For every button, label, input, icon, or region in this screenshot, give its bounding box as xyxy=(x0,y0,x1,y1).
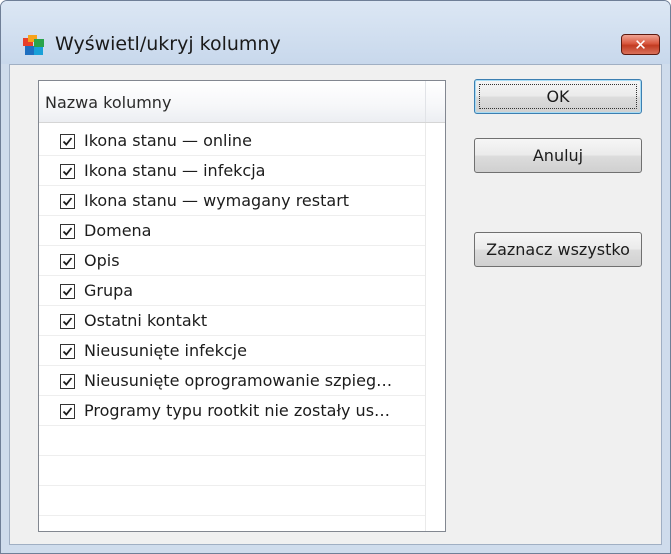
list-item-label: Ostatni kontakt xyxy=(84,311,208,330)
checkbox[interactable] xyxy=(60,224,75,239)
column-list[interactable]: Nazwa kolumny Ikona stanu — online Ikona … xyxy=(38,80,446,532)
list-item[interactable]: Grupa xyxy=(39,276,425,306)
checkmark-icon xyxy=(62,407,73,416)
checkmark-icon xyxy=(62,317,73,326)
list-item-label: Nieusunięte infekcje xyxy=(84,341,247,360)
list-header: Nazwa kolumny xyxy=(39,81,445,123)
list-item[interactable]: Ostatni kontakt xyxy=(39,306,425,336)
list-item-label: Ikona stanu — infekcja xyxy=(84,161,266,180)
checkbox[interactable] xyxy=(60,374,75,389)
focus-rectangle xyxy=(479,84,637,109)
checkmark-icon xyxy=(62,257,73,266)
checkbox[interactable] xyxy=(60,284,75,299)
close-button[interactable]: ✕ xyxy=(621,34,660,55)
list-item[interactable]: Ikona stanu — infekcja xyxy=(39,156,425,186)
select-all-button-label: Zaznacz wszystko xyxy=(486,240,630,259)
list-item-label: Nieusunięte oprogramowanie szpieg… xyxy=(84,371,393,390)
checkbox[interactable] xyxy=(60,164,75,179)
cancel-button-label: Anuluj xyxy=(532,146,584,165)
list-item-label: Programy typu rootkit nie zostały us… xyxy=(84,401,391,420)
dialog-body: Nazwa kolumny Ikona stanu — online Ikona … xyxy=(9,64,662,545)
empty-row xyxy=(39,456,425,486)
select-all-button[interactable]: Zaznacz wszystko xyxy=(474,232,642,267)
checkbox[interactable] xyxy=(60,134,75,149)
checkbox[interactable] xyxy=(60,254,75,269)
empty-row xyxy=(39,486,425,516)
list-item[interactable]: Ikona stanu — wymagany restart xyxy=(39,186,425,216)
checkmark-icon xyxy=(62,137,73,146)
list-item[interactable]: Programy typu rootkit nie zostały us… xyxy=(39,396,425,426)
list-item[interactable]: Domena xyxy=(39,216,425,246)
empty-row xyxy=(39,426,425,456)
column-gridline xyxy=(425,123,426,531)
list-item[interactable]: Nieusunięte infekcje xyxy=(39,336,425,366)
checkbox[interactable] xyxy=(60,194,75,209)
list-item-label: Grupa xyxy=(84,281,134,300)
checkmark-icon xyxy=(62,287,73,296)
header-divider[interactable] xyxy=(425,81,426,122)
list-item-label: Domena xyxy=(84,221,152,240)
title-bar[interactable]: Wyświetl/ukryj kolumny ✕ xyxy=(1,1,670,64)
dialog-title: Wyświetl/ukryj kolumny xyxy=(55,33,281,55)
list-item-label: Ikona stanu — wymagany restart xyxy=(84,191,350,210)
checkmark-icon xyxy=(62,167,73,176)
checkbox[interactable] xyxy=(60,344,75,359)
checkbox[interactable] xyxy=(60,314,75,329)
ok-button[interactable]: OK xyxy=(474,79,642,114)
list-item-label: Opis xyxy=(84,251,120,270)
cancel-button[interactable]: Anuluj xyxy=(474,138,642,173)
checkmark-icon xyxy=(62,347,73,356)
checkmark-icon xyxy=(62,197,73,206)
list-item[interactable]: Ikona stanu — online xyxy=(39,126,425,156)
list-item[interactable]: Nieusunięte oprogramowanie szpieg… xyxy=(39,366,425,396)
close-icon: ✕ xyxy=(634,35,647,54)
avg-logo-icon xyxy=(23,35,44,55)
column-header-name[interactable]: Nazwa kolumny xyxy=(45,93,171,112)
checkmark-icon xyxy=(62,377,73,386)
list-item[interactable]: Opis xyxy=(39,246,425,276)
dialog-window: Wyświetl/ukryj kolumny ✕ Nazwa kolumny I… xyxy=(0,0,671,554)
checkmark-icon xyxy=(62,227,73,236)
checkbox[interactable] xyxy=(60,404,75,419)
list-item-label: Ikona stanu — online xyxy=(84,131,252,150)
